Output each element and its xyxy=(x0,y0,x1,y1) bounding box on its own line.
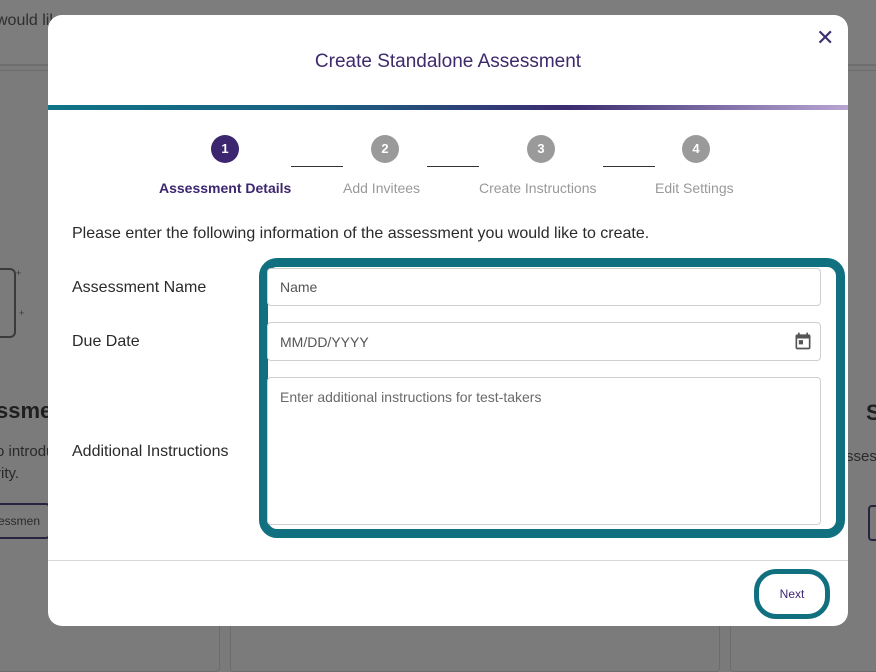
background-card-text: ssess xyxy=(846,448,876,465)
background-plus-icon: + xyxy=(16,268,22,278)
step-connector xyxy=(427,166,479,167)
modal-title: Create Standalone Assessment xyxy=(314,51,582,72)
additional-instructions-textarea[interactable] xyxy=(267,377,821,525)
background-card-button: sessmen xyxy=(0,503,50,539)
step-4-indicator: 4 xyxy=(682,135,710,163)
background-device-illustration xyxy=(0,268,16,338)
step-1-indicator: 1 xyxy=(211,135,239,163)
step-2-label: Add Invitees xyxy=(343,180,421,196)
background-plus-icon: + xyxy=(19,308,25,318)
due-date-input[interactable] xyxy=(267,322,821,361)
header-gradient-bar xyxy=(48,105,848,110)
background-card-button-label: sessmen xyxy=(0,514,41,528)
footer-divider xyxy=(48,560,848,561)
step-connector xyxy=(291,166,343,167)
background-card-heading: S xyxy=(866,400,876,425)
background-card-text: rity. xyxy=(0,465,20,482)
step-3-indicator: 3 xyxy=(527,135,555,163)
additional-instructions-label: Additional Instructions xyxy=(72,443,229,460)
background-card-heading: ssme xyxy=(0,398,53,423)
step-2-indicator: 2 xyxy=(371,135,399,163)
close-icon[interactable]: ✕ xyxy=(816,27,834,49)
background-card-button xyxy=(868,505,876,541)
step-1-label: Assessment Details xyxy=(159,180,292,196)
background-card-text: o introdu xyxy=(0,443,55,460)
step-3-label: Create Instructions xyxy=(479,180,597,196)
assessment-name-label: Assessment Name xyxy=(72,279,207,296)
calendar-icon[interactable] xyxy=(793,331,813,351)
next-button[interactable]: Next xyxy=(764,578,820,609)
create-assessment-modal: Create Standalone Assessment ✕ 1 2 3 4 A… xyxy=(48,15,848,626)
intro-text: Please enter the following information o… xyxy=(72,225,650,242)
step-connector xyxy=(603,166,655,167)
assessment-name-input[interactable] xyxy=(267,268,821,306)
due-date-label: Due Date xyxy=(72,333,140,350)
step-4-label: Edit Settings xyxy=(655,180,734,196)
